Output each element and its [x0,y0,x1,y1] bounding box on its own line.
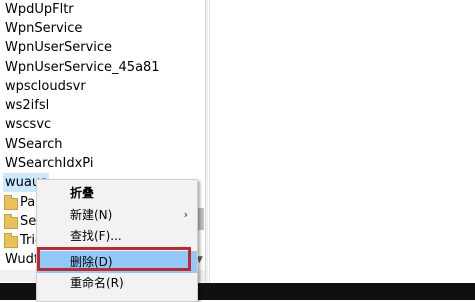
menu-item-collapse[interactable]: 折叠 [37,182,197,204]
tree-item-wudf[interactable]: Wudf [5,250,38,269]
tree-item-wpdupfltr[interactable]: WpdUpFltr [5,0,74,19]
tree-item-wpnuserservice[interactable]: WpnUserService [5,38,112,57]
registry-values-pane [209,0,475,300]
folder-icon [4,195,18,210]
pane-splitter[interactable] [205,0,208,300]
context-menu: 折叠 新建(N) › 查找(F)... 删除(D) 重命名(R) [36,179,198,302]
folder-icon [4,233,18,248]
tree-item-wpscloudsvr[interactable]: wpscloudsvr [5,77,86,96]
chevron-right-icon: › [183,208,188,221]
annotation-highlight-box [37,247,191,271]
tree-item-ws2ifsl[interactable]: ws2ifsl [5,96,49,115]
menu-item-rename[interactable]: 重命名(R) [37,272,197,294]
tree-item-wscsvc[interactable]: wscsvc [5,115,51,134]
tree-item-wsearch[interactable]: WSearch [5,135,63,154]
menu-item-find[interactable]: 查找(F)... [37,225,197,247]
tree-item-wsearchidxpi[interactable]: WSearchIdxPi [5,154,93,173]
folder-icon [4,214,18,229]
menu-item-new[interactable]: 新建(N) › [37,204,197,226]
tree-item-wpnservice[interactable]: WpnService [5,19,82,38]
tree-item-wpnuserservice-45a81[interactable]: WpnUserService_45a81 [5,58,160,77]
